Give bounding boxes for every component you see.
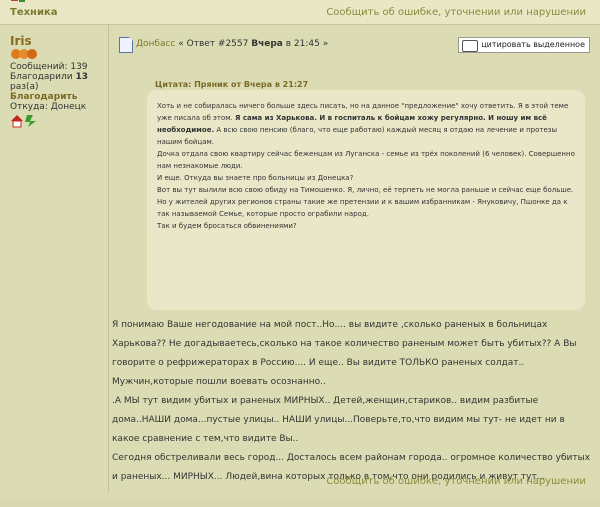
home-icon[interactable]: [11, 115, 23, 128]
quote-paragraph: Дочка отдала свою квартиру сейчас беженц…: [157, 150, 575, 170]
footer-strip: [0, 492, 600, 507]
reply-number: Ответ #2557: [186, 39, 249, 49]
thanked-count: Благодарили 13: [10, 72, 88, 82]
body-paragraph: Я понимаю Ваше негодование на мой пост..…: [112, 320, 577, 387]
post: Донбасс « Ответ #2557 Вчера в 21:45 » ци…: [109, 25, 600, 507]
topic-link[interactable]: Донбасс: [136, 39, 175, 49]
report-link-top[interactable]: Сообщить об ошибке, уточнении или наруше…: [326, 7, 586, 18]
quote-text: Хоть и не собиралась ничего больше здесь…: [157, 100, 575, 232]
post-date: в 21:45 »: [282, 39, 329, 49]
quote-paragraph: И еще. Откуда вы знаете про больницы из …: [157, 174, 354, 182]
profile-icons: [11, 115, 36, 128]
quote-paragraph: Хоть и не собиралась ничего больше здесь…: [157, 102, 569, 146]
post-body: Я понимаю Ваше негодование на мой пост..…: [112, 316, 594, 487]
top-bar: Техника Сообщить об ошибке, уточнении ил…: [0, 0, 600, 25]
post-title: Донбасс « Ответ #2557 Вчера в 21:45 »: [136, 39, 329, 49]
quote-paragraph: Вот вы тут вылили всю свою обиду на Тимо…: [157, 186, 574, 218]
author-location: Откуда: Донецк: [10, 102, 87, 112]
post-header: Донбасс « Ответ #2557 Вчера в 21:45 » ци…: [109, 25, 600, 61]
message-count: Сообщений: 139: [10, 62, 88, 72]
status-icon[interactable]: [25, 115, 36, 127]
quote-icon: [462, 40, 479, 52]
cite-selected-button[interactable]: цитировать выделенное: [458, 37, 590, 53]
author-name[interactable]: Iris: [10, 34, 32, 48]
quote-title: Цитата: Пряник от Вчера в 21:27: [155, 80, 309, 89]
author-meta: Сообщений: 139 Благодарили 13 раз(а) Бла…: [10, 62, 105, 112]
thank-link[interactable]: Благодарить: [10, 92, 77, 102]
rank-stars-icon: [11, 49, 37, 59]
post-date-bold: Вчера: [251, 39, 283, 49]
category-link[interactable]: Техника: [10, 7, 58, 18]
quote-paragraph: Так и будем бросаться обвинениями?: [157, 222, 297, 230]
post-doc-icon: [119, 37, 133, 53]
body-paragraph: .А МЫ тут видим убитых и раненых МИРНЫХ.…: [112, 396, 565, 444]
report-link-bottom[interactable]: Сообщить об ошибке, уточнении или наруше…: [326, 476, 586, 487]
thanked-suffix: раз(а): [10, 82, 39, 92]
quote-box: Хоть и не собиралась ничего больше здесь…: [147, 90, 585, 310]
category-icon: [11, 0, 25, 2]
